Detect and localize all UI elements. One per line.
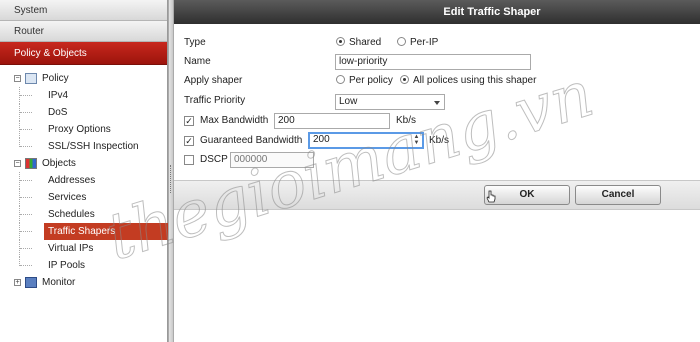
collapse-icon[interactable]: − [14,75,21,82]
dscp-row: DSCP 000000 [184,151,694,169]
expand-icon[interactable]: + [14,279,21,286]
dscp-checkbox[interactable] [184,155,194,165]
type-label: Type [184,37,206,48]
tree-item-ipv4[interactable]: IPv4 [0,87,167,104]
guaranteed-bandwidth-row: ✓ Guaranteed Bandwidth 200 ▲ ▼ Kb/s [184,132,694,150]
monitor-icon [25,277,37,288]
tree-item-traffic-shapers[interactable]: Traffic Shapers [0,223,168,240]
type-shared-option[interactable]: Shared [336,34,381,52]
max-bandwidth-input[interactable]: 200 [274,113,390,129]
dialog-title: Edit Traffic Shaper [174,0,700,24]
tree-group-label: Objects [42,158,76,169]
traffic-priority-select[interactable]: Low [335,94,445,110]
collapse-icon[interactable]: − [14,160,21,167]
nav-system[interactable]: System [0,0,167,21]
guaranteed-bandwidth-checkbox[interactable]: ✓ [184,136,194,146]
traffic-priority-label: Traffic Priority [184,95,246,106]
sidebar: System Router Policy & Objects − Policy … [0,0,168,342]
tree-item-ip-pools[interactable]: IP Pools [0,257,167,274]
type-per-ip-option[interactable]: Per-IP [397,34,438,52]
apply-shaper-row: Apply shaper Per policy All polices usin… [184,72,694,90]
tree-item-ssl-ssh-inspection[interactable]: SSL/SSH Inspection [0,138,167,155]
traffic-priority-row: Traffic Priority Low [184,92,694,110]
spinner-icon[interactable]: ▲ ▼ [413,134,420,146]
guaranteed-bandwidth-input[interactable]: 200 ▲ ▼ [308,132,424,149]
dscp-label: DSCP [200,154,228,165]
ok-button[interactable]: OK [484,185,570,205]
tree-item-addresses[interactable]: Addresses [0,172,167,189]
tree-item-proxy-options[interactable]: Proxy Options [0,121,167,138]
tree-item-services[interactable]: Services [0,189,167,206]
guaranteed-bandwidth-label: Guaranteed Bandwidth [200,135,303,146]
objects-icon [25,158,37,169]
apply-per-policy-option[interactable]: Per policy [336,72,393,90]
nav-tree: − Policy IPv4 DoS Proxy Options SSL/SSH … [0,65,168,291]
guaranteed-bandwidth-unit: Kb/s [429,135,450,146]
dialog-button-bar: OK Cancel [174,180,700,210]
tree-group-objects[interactable]: − Objects [0,155,167,172]
hand-cursor-icon [486,190,496,203]
cancel-button[interactable]: Cancel [575,185,661,205]
radio-selected-icon[interactable] [400,75,409,84]
tree-item-dos[interactable]: DoS [0,104,167,121]
tree-item-virtual-ips[interactable]: Virtual IPs [0,240,167,257]
edit-traffic-shaper-dialog: Edit Traffic Shaper Type Shared Per-IP N… [174,0,700,342]
tree-item-schedules[interactable]: Schedules [0,206,167,223]
name-label: Name [184,56,211,67]
radio-selected-icon[interactable] [336,37,345,46]
radio-icon[interactable] [397,37,406,46]
tree-group-policy[interactable]: − Policy [0,70,167,87]
max-bandwidth-checkbox[interactable]: ✓ [184,116,194,126]
chevron-down-icon [434,101,440,105]
max-bandwidth-label: Max Bandwidth [200,115,269,126]
max-bandwidth-unit: Kb/s [396,115,417,126]
name-row: Name low-priority [184,53,694,71]
radio-icon[interactable] [336,75,345,84]
nav-policy-objects[interactable]: Policy & Objects [0,42,167,65]
tree-group-label: Monitor [42,277,76,288]
apply-all-policies-option[interactable]: All polices using this shaper [400,72,536,90]
dscp-input[interactable]: 000000 [230,152,314,168]
policy-icon [25,73,37,84]
tree-group-monitor[interactable]: + Monitor [0,274,167,291]
apply-shaper-label: Apply shaper [184,75,243,86]
nav-router[interactable]: Router [0,21,167,42]
type-row: Type Shared Per-IP [184,34,694,52]
tree-group-label: Policy [42,73,69,84]
max-bandwidth-row: ✓ Max Bandwidth 200 Kb/s [184,112,694,130]
name-input[interactable]: low-priority [335,54,531,70]
splitter-grip-icon[interactable] [170,165,172,193]
